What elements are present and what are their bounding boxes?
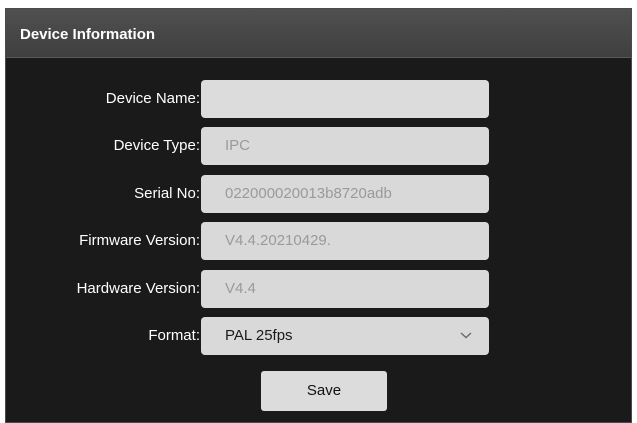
device-name-row: Device Name: xyxy=(6,80,631,118)
serial-no-label: Serial No: xyxy=(134,185,200,202)
device-type-field: IPC xyxy=(201,127,489,165)
device-name-label: Device Name: xyxy=(105,90,200,107)
device-information-panel: Device Information Device Name: Device T… xyxy=(5,8,632,423)
chevron-down-icon xyxy=(460,332,472,339)
device-type-row: Device Type: IPC xyxy=(6,127,631,165)
panel-header: Device Information xyxy=(6,9,631,58)
panel-title: Device Information xyxy=(20,26,156,43)
serial-no-field: 022000020013b8720adb xyxy=(201,175,489,213)
format-select-value: PAL 25fps xyxy=(225,327,293,344)
format-row: Format: PAL 25fps xyxy=(6,317,631,355)
format-label: Format: xyxy=(148,327,200,344)
device-name-input[interactable] xyxy=(201,80,489,118)
format-select[interactable]: PAL 25fps xyxy=(201,317,489,355)
firmware-version-row: Firmware Version: V4.4.20210429. xyxy=(6,222,631,260)
device-type-label: Device Type: xyxy=(113,137,200,154)
serial-no-row: Serial No: 022000020013b8720adb xyxy=(6,175,631,213)
save-button[interactable]: Save xyxy=(261,371,387,411)
hardware-version-field: V4.4 xyxy=(201,270,489,308)
firmware-version-label: Firmware Version: xyxy=(79,232,200,249)
hardware-version-row: Hardware Version: V4.4 xyxy=(6,270,631,308)
hardware-version-label: Hardware Version: xyxy=(76,280,200,297)
firmware-version-field: V4.4.20210429. xyxy=(201,222,489,260)
